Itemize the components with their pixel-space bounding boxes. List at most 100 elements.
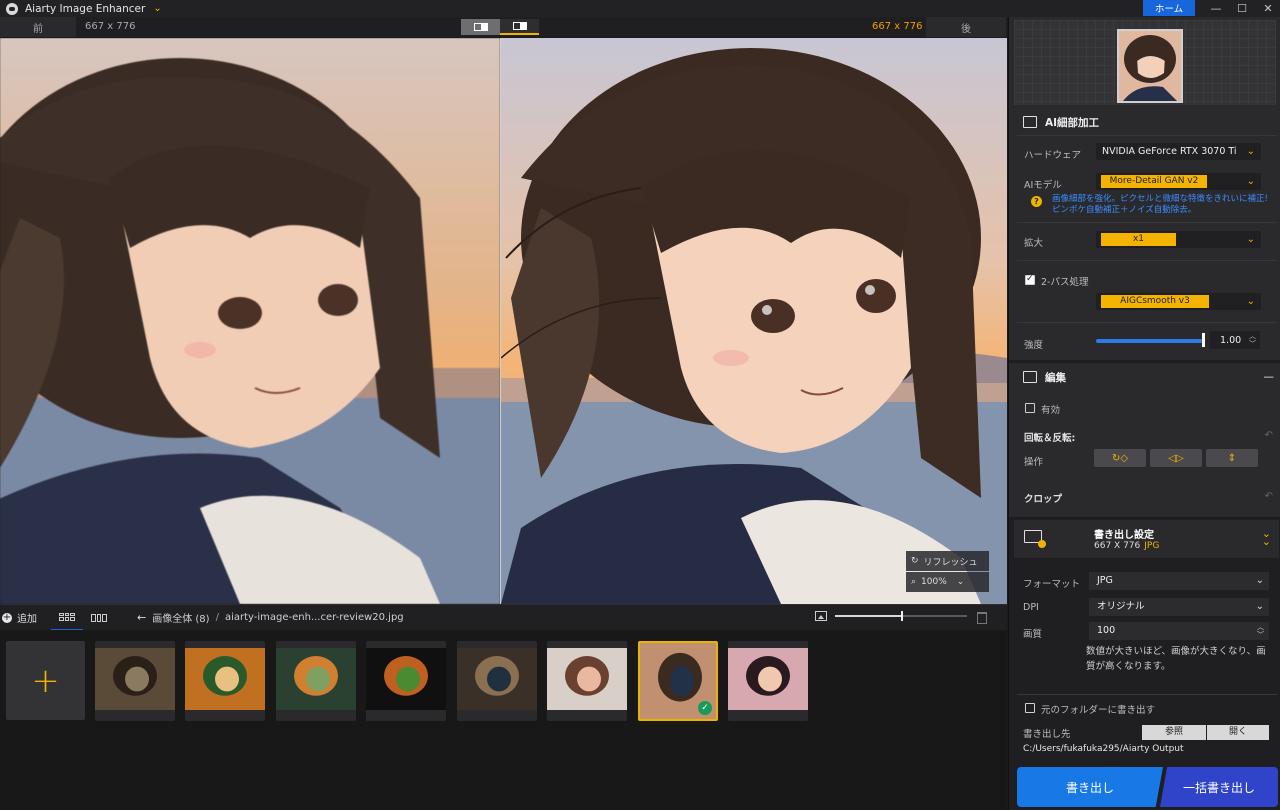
zoom-dropdown[interactable]: ⌕ 100% ⌄ xyxy=(906,572,989,592)
hardware-dropdown[interactable]: NVIDIA GeForce RTX 3070 Ti ⌄ xyxy=(1096,143,1261,160)
breadcrumb-root[interactable]: 画像全体 (8) xyxy=(152,610,209,625)
thumbnail-tiger[interactable] xyxy=(185,641,265,721)
ai-section-header: AI細部加工 xyxy=(1009,109,1280,135)
thumbnail-image xyxy=(457,648,537,710)
browse-button[interactable]: 参照 xyxy=(1142,725,1206,740)
app-logo-icon xyxy=(6,2,18,15)
selected-check-icon: ✓ xyxy=(698,701,712,715)
image-icon xyxy=(815,611,827,621)
refresh-button[interactable]: ↻ リフレッシュ xyxy=(906,551,989,571)
gallery-toolbar: + 追加 ← 画像全体 (8) / aiarty-image-enh...cer… xyxy=(0,604,1007,631)
scale-label: 拡大 xyxy=(1024,238,1044,249)
ai-model-value: More-Detail GAN v2 xyxy=(1101,175,1207,188)
flip-horizontal-icon: ◁▷ xyxy=(1168,452,1184,464)
home-button[interactable]: ホーム xyxy=(1143,0,1195,16)
operation-label: 操作 xyxy=(1024,457,1044,468)
navigator-preview xyxy=(1014,20,1276,105)
back-arrow-icon[interactable]: ← xyxy=(137,611,146,624)
rotate-button[interactable]: ↻◇ xyxy=(1094,449,1146,467)
batch-export-button[interactable]: 一括書き出し xyxy=(1160,767,1278,807)
chevron-down-icon: ⌄ xyxy=(1246,234,1255,245)
close-icon[interactable]: ✕ xyxy=(1255,0,1280,16)
filmstrip-view-button[interactable] xyxy=(83,605,115,631)
split-view-icon xyxy=(473,23,488,31)
grid-icon xyxy=(59,612,75,621)
preview-area[interactable]: ↻ リフレッシュ ⌕ 100% ⌄ xyxy=(0,38,1007,604)
chevron-down-icon: ⌄ xyxy=(1246,296,1255,307)
strength-value: 1.00 xyxy=(1220,334,1242,346)
flip-vertical-button[interactable]: ⇕ xyxy=(1206,449,1258,467)
format-dropdown[interactable]: JPG ⌄ xyxy=(1089,572,1269,590)
ai-model-label: AIモデル xyxy=(1024,180,1062,191)
quality-value: 100 xyxy=(1097,625,1116,636)
double-chevron-down-icon[interactable]: ⌄ ⌄ xyxy=(1262,528,1271,547)
divider xyxy=(1017,322,1277,323)
image-gallery: + ✓ xyxy=(0,630,1007,810)
thumbnail-burger[interactable] xyxy=(366,641,446,721)
navigator-thumbnail[interactable] xyxy=(1117,29,1183,103)
dpi-dropdown[interactable]: オリジナル ⌄ xyxy=(1089,598,1269,616)
thumbnail-anime-girl-selected[interactable]: ✓ xyxy=(638,641,718,721)
two-pass-checkbox[interactable] xyxy=(1025,274,1035,285)
help-icon[interactable]: ? xyxy=(1031,196,1042,207)
open-folder-button[interactable]: 開く xyxy=(1207,725,1269,740)
edit-enable-checkbox[interactable] xyxy=(1025,403,1035,413)
minimize-icon[interactable]: — xyxy=(1203,0,1229,16)
two-pass-model-dropdown[interactable]: AIGCsmooth v3 ⌄ xyxy=(1096,293,1261,310)
crop-reset-icon[interactable]: ↶ xyxy=(1265,491,1273,502)
thumbnail-image xyxy=(185,648,265,710)
same-folder-checkbox[interactable] xyxy=(1025,703,1035,713)
export-settings-title: 書き出し設定 xyxy=(1094,530,1154,541)
thumbnail-image xyxy=(95,648,175,710)
thumbnail-steampunk-dog[interactable] xyxy=(457,641,537,721)
format-value: JPG xyxy=(1097,575,1113,586)
scale-dropdown[interactable]: x1 ⌄ xyxy=(1096,231,1261,248)
chevron-down-icon: ⌄ xyxy=(1255,575,1264,586)
edit-section-header[interactable]: 編集 — xyxy=(1009,364,1280,390)
hardware-value: NVIDIA GeForce RTX 3070 Ti xyxy=(1102,146,1237,157)
grid-view-button[interactable] xyxy=(51,605,83,631)
export-summary: 667 X 776 JPG xyxy=(1094,541,1159,551)
export-settings-header[interactable]: 書き出し設定 667 X 776 JPG ⌄ ⌄ xyxy=(1014,520,1279,558)
strength-input[interactable]: 1.00 ︿ ﹀ xyxy=(1210,331,1260,349)
spinner-arrows-icon[interactable]: ︿ ﹀ xyxy=(1257,623,1264,639)
thumbnail-size-handle[interactable] xyxy=(901,611,903,621)
app-title: Aiarty Image Enhancer xyxy=(25,2,146,15)
strength-slider[interactable] xyxy=(1096,339,1203,343)
export-button[interactable]: 書き出し xyxy=(1017,767,1163,807)
ai-model-dropdown[interactable]: More-Detail GAN v2 ⌄ xyxy=(1096,173,1261,190)
edit-icon xyxy=(1023,371,1037,383)
dpi-value: オリジナル xyxy=(1097,601,1145,612)
thumbnail-lantern-plant[interactable] xyxy=(276,641,356,721)
divider xyxy=(1017,694,1277,695)
thumbnail-image xyxy=(728,648,808,710)
maximize-icon[interactable]: ☐ xyxy=(1229,0,1255,16)
thumbnail-butterfly[interactable] xyxy=(95,641,175,721)
trash-icon[interactable] xyxy=(977,612,987,624)
split-view-button[interactable] xyxy=(461,19,500,35)
strength-slider-handle[interactable] xyxy=(1202,333,1205,347)
flip-vertical-icon: ⇕ xyxy=(1227,452,1237,464)
divider xyxy=(1017,260,1277,261)
flip-horizontal-button[interactable]: ◁▷ xyxy=(1150,449,1202,467)
crop-title: クロップ xyxy=(1024,494,1063,505)
breadcrumb-separator: / xyxy=(215,612,219,623)
side-by-side-view-button[interactable] xyxy=(500,19,539,35)
before-size: 667 x 776 xyxy=(85,21,136,32)
destination-label: 書き出し先 xyxy=(1023,729,1071,740)
add-images-button[interactable]: + 追加 xyxy=(2,610,37,625)
ai-model-description: 画像細部を強化。ピクセルと微細な特徴をきれいに補正! ピンボケ自動補正＋ノイズ自… xyxy=(1052,194,1268,215)
ai-section-title: AI細部加工 xyxy=(1045,116,1100,129)
thumbnail-anime-girl-sunset[interactable] xyxy=(728,641,808,721)
refresh-label: リフレッシュ xyxy=(923,557,978,568)
chevron-down-icon: ⌄ xyxy=(1246,146,1255,157)
app-menu-chevron-down-icon[interactable]: ⌄ xyxy=(153,3,161,14)
spinner-arrows-icon[interactable]: ︿ ﹀ xyxy=(1249,332,1256,348)
quality-label: 画質 xyxy=(1023,629,1043,640)
collapse-icon[interactable]: — xyxy=(1264,371,1275,383)
thumbnail-size-slider[interactable] xyxy=(835,611,967,621)
thumbnail-woman-portrait[interactable] xyxy=(547,641,627,721)
quality-input[interactable]: 100 ︿ ﹀ xyxy=(1089,622,1269,640)
rotate-reset-icon[interactable]: ↶ xyxy=(1265,430,1273,441)
add-image-tile[interactable]: + xyxy=(6,641,85,720)
